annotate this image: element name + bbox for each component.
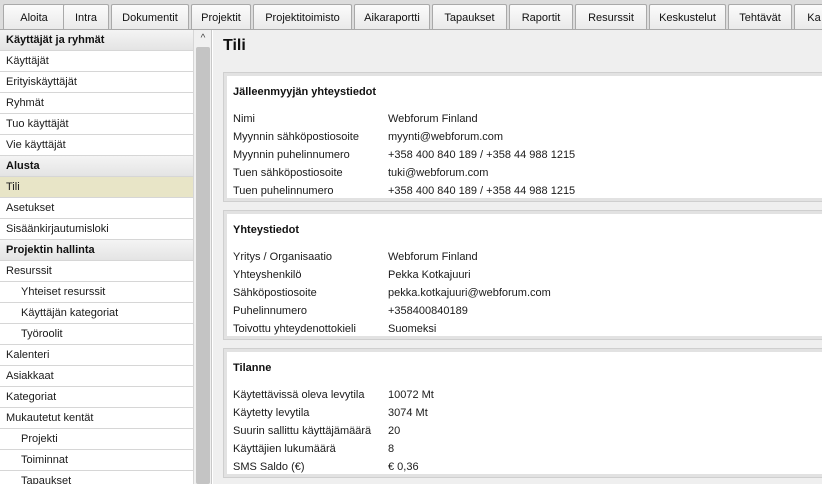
- info-value: +358400840189: [388, 305, 468, 317]
- info-row: Suurin sallittu käyttäjämäärä 20: [233, 422, 822, 440]
- info-panel: Yhteystiedot Yritys / Organisaatio Webforu…: [223, 210, 822, 340]
- panel-title: Tilanne: [233, 362, 272, 374]
- info-row: Puhelinnumero +358400840189: [233, 302, 822, 320]
- info-row: Sähköpostiosoite pekka.kotkajuuri@webforu…: [233, 284, 822, 302]
- sidebar-item[interactable]: Kategoriat: [0, 387, 193, 408]
- info-row: Nimi Webforum Finland: [233, 110, 822, 128]
- sidebar-item[interactable]: Käyttäjän kategoriat: [0, 303, 193, 324]
- info-label: Puhelinnumero: [233, 305, 307, 317]
- sidebar-item[interactable]: Resurssit: [0, 261, 193, 282]
- info-label: Nimi: [233, 113, 255, 125]
- info-value: 20: [388, 425, 401, 437]
- info-value: pekka.kotkajuuri@webforum.com: [388, 287, 551, 299]
- info-value: 3074 Mt: [388, 407, 428, 419]
- main-content: Tili Jälleenmyyjän yhteystiedot Nimi Webfo…: [213, 30, 822, 484]
- sidebar-item[interactable]: Ryhmät: [0, 93, 193, 114]
- tab-2[interactable]: Dokumentit: [111, 4, 189, 29]
- info-value: Webforum Finland: [388, 251, 478, 263]
- info-value: € 0,36: [388, 461, 419, 473]
- info-label: Myynnin puhelinnumero: [233, 149, 350, 161]
- sidebar-item[interactable]: Kalenteri: [0, 345, 193, 366]
- sidebar-item[interactable]: Yhteiset resurssit: [0, 282, 193, 303]
- sidebar-item[interactable]: Tapaukset: [0, 471, 193, 484]
- info-row: Yritys / Organisaatio Webforum Finland: [233, 248, 822, 266]
- info-row: Tuen sähköpostiosoite tuki@webforum.com: [233, 164, 822, 182]
- tab-5[interactable]: Aikaraportti: [354, 4, 430, 29]
- info-label: Yhteyshenkilö: [233, 269, 302, 281]
- panel-body: Tilanne Käytettävissä oleva levytila 10072…: [227, 352, 822, 474]
- scrollbar-thumb[interactable]: [196, 47, 210, 484]
- sidebar-item[interactable]: Asetukset: [0, 198, 193, 219]
- info-value: 8: [388, 443, 395, 455]
- tab-6[interactable]: Tapaukset: [432, 4, 507, 29]
- sidebar-scrollbar[interactable]: ^: [193, 30, 211, 484]
- info-label: Käytettävissä oleva levytila: [233, 389, 365, 401]
- info-label: Sähköpostiosoite: [233, 287, 317, 299]
- tab-0[interactable]: Aloita: [3, 4, 65, 29]
- sidebar-item[interactable]: Tuo käyttäjät: [0, 114, 193, 135]
- info-value: myynti@webforum.com: [388, 131, 504, 143]
- info-row: Toivottu yhteydenottokieli Suomeksi: [233, 320, 822, 338]
- sidebar-item[interactable]: Erityiskäyttäjät: [0, 72, 193, 93]
- tab-3[interactable]: Projektit: [191, 4, 251, 29]
- tab-8[interactable]: Resurssit: [575, 4, 647, 29]
- sidebar-section-header: Käyttäjät ja ryhmät: [0, 30, 193, 51]
- sidebar-section-header: Projektin hallinta: [0, 240, 193, 261]
- info-value: Webforum Finland: [388, 113, 478, 125]
- info-value: tuki@webforum.com: [388, 167, 489, 179]
- sidebar-list: Käyttäjät ja ryhmät Käyttäjät Erityiskäytt…: [0, 30, 193, 484]
- info-label: Yritys / Organisaatio: [233, 251, 333, 263]
- info-row: Käytettävissä oleva levytila 10072 Mt: [233, 386, 822, 404]
- info-label: Toivottu yhteydenottokieli: [233, 323, 356, 335]
- sidebar-section-header: Alusta: [0, 156, 193, 177]
- info-row: Tuen puhelinnumero +358 400 840 189 / +35…: [233, 182, 822, 200]
- panel-body: Jälleenmyyjän yhteystiedot Nimi Webforum F…: [227, 76, 822, 198]
- info-row: Käyttäjien lukumäärä 8: [233, 440, 822, 458]
- sidebar-item[interactable]: Sisäänkirjautumisloki: [0, 219, 193, 240]
- info-label: Käyttäjien lukumäärä: [233, 443, 336, 455]
- tab-7[interactable]: Raportit: [509, 4, 573, 29]
- sidebar-item[interactable]: Projekti: [0, 429, 193, 450]
- sidebar-item[interactable]: Työroolit: [0, 324, 193, 345]
- info-panel: Jälleenmyyjän yhteystiedot Nimi Webforum F…: [223, 72, 822, 202]
- info-row: Yhteyshenkilö Pekka Kotkajuuri: [233, 266, 822, 284]
- info-label: Tuen sähköpostiosoite: [233, 167, 343, 179]
- info-value: Suomeksi: [388, 323, 437, 335]
- main-tab-bar: Aloita Intra Dokumentit Projektit Projektito…: [0, 0, 822, 30]
- info-row: Myynnin puhelinnumero +358 400 840 189 / …: [233, 146, 822, 164]
- info-label: Tuen puhelinnumero: [233, 185, 334, 197]
- sidebar-item[interactable]: Tili: [0, 177, 193, 198]
- scroll-up-icon[interactable]: ^: [194, 30, 211, 46]
- info-value: Pekka Kotkajuuri: [388, 269, 471, 281]
- sidebar-item[interactable]: Mukautetut kentät: [0, 408, 193, 429]
- tab-9[interactable]: Keskustelut: [649, 4, 726, 29]
- sidebar-item[interactable]: Vie käyttäjät: [0, 135, 193, 156]
- sidebar-item[interactable]: Toiminnat: [0, 450, 193, 471]
- info-row: Myynnin sähköpostiosoite myynti@webforum.…: [233, 128, 822, 146]
- tab-10[interactable]: Tehtävät: [728, 4, 792, 29]
- panel-title: Jälleenmyyjän yhteystiedot: [233, 86, 377, 98]
- info-value: +358 400 840 189 / +358 44 988 1215: [388, 185, 576, 197]
- tab-4[interactable]: Projektitoimisto: [253, 4, 352, 29]
- tab-1[interactable]: Intra: [63, 4, 109, 29]
- sidebar-item[interactable]: Asiakkaat: [0, 366, 193, 387]
- info-panel: Tilanne Käytettävissä oleva levytila 10072…: [223, 348, 822, 478]
- tab-11[interactable]: Ka: [794, 4, 822, 29]
- info-value: +358 400 840 189 / +358 44 988 1215: [388, 149, 576, 161]
- info-label: Suurin sallittu käyttäjämäärä: [233, 425, 372, 437]
- info-label: Myynnin sähköpostiosoite: [233, 131, 359, 143]
- info-label: Käytetty levytila: [233, 407, 310, 419]
- sidebar: Käyttäjät ja ryhmät Käyttäjät Erityiskäytt…: [0, 30, 212, 484]
- page-title: Tili: [223, 37, 246, 54]
- info-label: SMS Saldo (€): [233, 461, 305, 473]
- info-row: SMS Saldo (€) € 0,36: [233, 458, 822, 476]
- info-row: Käytetty levytila 3074 Mt: [233, 404, 822, 422]
- panel-body: Yhteystiedot Yritys / Organisaatio Webforu…: [227, 214, 822, 336]
- info-value: 10072 Mt: [388, 389, 434, 401]
- sidebar-item[interactable]: Käyttäjät: [0, 51, 193, 72]
- panel-title: Yhteystiedot: [233, 224, 300, 236]
